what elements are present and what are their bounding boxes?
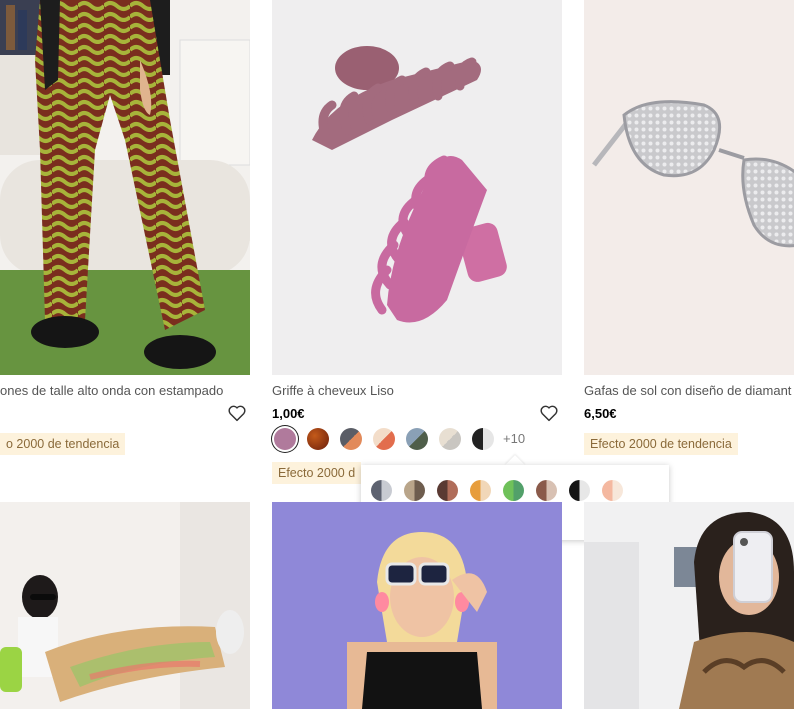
color-swatch-beige-grey[interactable] — [439, 428, 461, 450]
popup-color-swatch[interactable] — [371, 480, 392, 501]
color-swatch-pink[interactable] — [274, 428, 296, 450]
product-image-tiedye-pants[interactable] — [0, 502, 250, 709]
product-image-trousers[interactable] — [0, 0, 250, 375]
model-photo — [272, 502, 562, 709]
tiedye-photo — [0, 502, 250, 709]
color-swatch-black-white[interactable] — [472, 428, 494, 450]
popup-color-swatch[interactable] — [404, 480, 425, 501]
popup-color-swatch[interactable] — [503, 480, 524, 501]
selfie-photo — [584, 502, 794, 709]
color-swatch-marble[interactable] — [340, 428, 362, 450]
popup-color-swatch[interactable] — [536, 480, 557, 501]
trousers-photo — [0, 0, 250, 375]
more-colors-link[interactable]: +10 — [503, 431, 525, 446]
product-image-sunglasses[interactable] — [584, 0, 794, 375]
popup-color-swatch[interactable] — [569, 480, 590, 501]
sunglasses-photo — [584, 0, 794, 375]
popup-color-swatch[interactable] — [437, 480, 458, 501]
product-title[interactable]: Gafas de sol con diseño de diamant — [584, 383, 794, 398]
product-title[interactable]: ones de talle alto onda con estampado — [0, 383, 250, 398]
trend-badge: Efecto 2000 de tendencia — [584, 433, 738, 455]
heart-outline-icon[interactable] — [226, 402, 248, 424]
color-swatch-tortoise[interactable] — [307, 428, 329, 450]
product-title[interactable]: Griffe à cheveux Liso — [272, 383, 532, 398]
popup-color-swatch[interactable] — [470, 480, 491, 501]
product-price: 6,50€ — [584, 406, 617, 421]
hair-claw-photo — [272, 0, 562, 375]
product-image-hair-claw[interactable] — [272, 0, 562, 375]
trend-badge: o 2000 de tendencia — [0, 433, 126, 455]
trend-badge: Efecto 2000 d — [272, 462, 362, 484]
product-image-phone-selfie[interactable] — [584, 502, 794, 709]
color-swatch-blue-green[interactable] — [406, 428, 428, 450]
color-swatch-coral-cream[interactable] — [373, 428, 395, 450]
product-image-sunglasses-model[interactable] — [272, 502, 562, 709]
heart-outline-icon[interactable] — [538, 402, 560, 424]
product-price: 1,00€ — [272, 406, 305, 421]
popup-color-swatch[interactable] — [602, 480, 623, 501]
